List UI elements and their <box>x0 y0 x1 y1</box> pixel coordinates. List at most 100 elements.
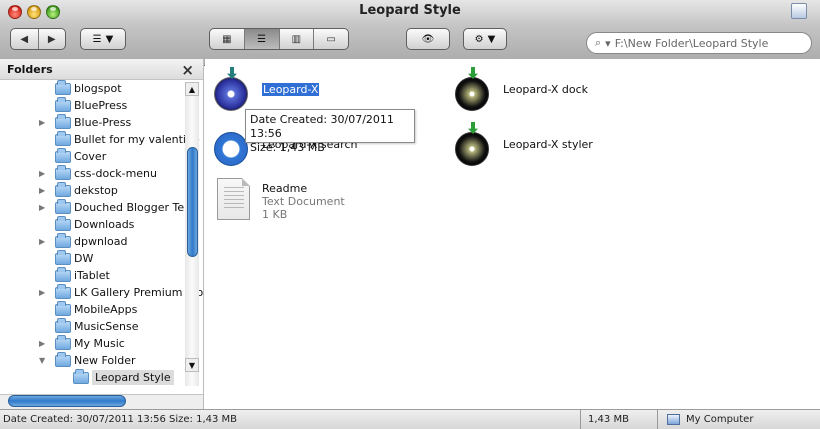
folder-icon <box>55 97 71 112</box>
tree-item-itablet[interactable]: iTablet <box>0 267 186 284</box>
folder-icon <box>55 114 71 129</box>
tree-item-musicsense[interactable]: MusicSense <box>0 318 186 335</box>
file-info-tooltip: Date Created: 30/07/2011 13:56 Size: 1,4… <box>245 109 415 154</box>
tree-item-blogspot[interactable]: blogspot <box>0 80 186 97</box>
tree-item-dw[interactable]: DW <box>0 250 186 267</box>
search-field[interactable]: ⌕ ▾ <box>586 32 812 54</box>
file-size: 1 KB <box>262 208 288 221</box>
sidebar-header: Folders × <box>0 59 203 80</box>
sidebar-title: Folders <box>7 62 53 76</box>
tree-item-bullet-valentine[interactable]: Bullet for my valentine <box>0 131 200 148</box>
quick-look-button[interactable]: 👁 <box>406 28 450 50</box>
forward-button[interactable]: ▶ <box>39 29 66 49</box>
view-mode-segment: ▦ ☰ ▥ ▭ <box>209 28 349 50</box>
leopard-x-app-icon <box>214 77 248 111</box>
file-item-leopard-x-dock[interactable]: Leopard-X dock <box>455 67 625 117</box>
selected-file-name: Leopard-X <box>262 83 320 96</box>
tree-item-dpwnload[interactable]: ▶ dpwnload <box>0 233 186 250</box>
toolbar-toggle-icon[interactable] <box>791 3 807 19</box>
folder-tree: blogspot BluePress ▶ Blue-Press Bullet fo… <box>0 80 203 386</box>
close-sidebar-button[interactable]: × <box>181 61 194 79</box>
disclosure-arrow-icon[interactable]: ▶ <box>39 169 47 178</box>
folder-icon <box>55 318 71 333</box>
file-view: Leopard-X Leopard-X dock Leopard-X searc… <box>205 59 820 409</box>
text-document-icon <box>217 178 250 220</box>
folder-icon <box>55 335 71 350</box>
folder-icon <box>55 284 71 299</box>
scroll-up-button[interactable]: ▲ <box>185 82 199 96</box>
window-titlebar: Leopard Style ◀ ▶ ☰ ▼ ▦ ☰ ▥ ▭ 👁 ⚙ ▼ ⌕ ▾ <box>0 0 820 66</box>
tree-item-my-music[interactable]: ▶ My Music <box>0 335 186 352</box>
file-name: Leopard-X dock <box>503 83 589 96</box>
folder-icon <box>73 369 89 384</box>
tooltip-date: Date Created: 30/07/2011 13:56 <box>250 113 394 140</box>
folder-icon <box>55 182 71 197</box>
tree-item-new-folder[interactable]: ▼ New Folder <box>0 352 186 369</box>
folder-icon <box>55 131 71 146</box>
list-view-button[interactable]: ☰ <box>244 29 280 49</box>
file-item-leopard-x-styler[interactable]: Leopard-X styler <box>455 122 625 172</box>
folder-icon <box>55 199 71 214</box>
tree-item-cover[interactable]: Cover <box>0 148 186 165</box>
tree-item-douched-blogger[interactable]: ▶ Douched Blogger Tem <box>0 199 195 216</box>
disclosure-arrow-icon[interactable]: ▶ <box>39 288 47 297</box>
magnifier-icon <box>214 132 248 166</box>
action-button[interactable]: ⚙ ▼ <box>463 28 507 50</box>
disclosure-arrow-icon[interactable]: ▶ <box>39 186 47 195</box>
window-title: Leopard Style <box>359 3 461 18</box>
column-view-button[interactable]: ▥ <box>280 29 315 49</box>
sidebar-horizontal-scroll-thumb[interactable] <box>8 395 126 407</box>
disclosure-arrow-icon[interactable]: ▶ <box>39 203 47 212</box>
disclosure-arrow-icon[interactable]: ▶ <box>39 339 47 348</box>
disclosure-arrow-icon[interactable]: ▶ <box>39 118 47 127</box>
back-button[interactable]: ◀ <box>11 29 39 49</box>
leopard-x-styler-icon <box>455 132 489 166</box>
icon-view-button[interactable]: ▦ <box>210 29 245 49</box>
status-divider <box>657 410 658 429</box>
coverflow-view-button[interactable]: ▭ <box>314 29 348 49</box>
folders-sidebar: Folders × blogspot BluePress ▶ Blue-Press… <box>0 59 204 409</box>
tree-item-leopard-style[interactable]: Leopard Style <box>0 369 186 386</box>
folder-icon <box>55 80 71 95</box>
tree-item-css-dock-menu[interactable]: ▶ css-dock-menu <box>0 165 186 182</box>
search-icon: ⌕ <box>595 36 602 49</box>
status-details: Date Created: 30/07/2011 13:56 Size: 1,4… <box>3 414 238 425</box>
tree-item-blue-press[interactable]: ▶ Blue-Press <box>0 114 186 131</box>
tree-item-lk-gallery[interactable]: ▶ LK Gallery Premium Blo <box>0 284 203 301</box>
file-name: Readme <box>262 182 308 195</box>
status-bar: Date Created: 30/07/2011 13:56 Size: 1,4… <box>0 409 820 429</box>
folder-icon <box>55 301 71 316</box>
gear-icon: ⚙ <box>474 33 484 45</box>
folder-icon <box>55 250 71 265</box>
disclosure-arrow-icon[interactable]: ▶ <box>39 237 47 246</box>
folder-icon <box>55 233 71 248</box>
navigation-buttons: ◀ ▶ <box>10 28 66 50</box>
tree-item-mobileapps[interactable]: MobileApps <box>0 301 186 318</box>
eye-icon: 👁 <box>421 33 435 45</box>
chevron-down-icon: ▼ <box>487 33 496 45</box>
sidebar-vertical-scroll-thumb[interactable] <box>187 147 198 257</box>
file-item-readme[interactable]: Readme Text Document 1 KB <box>214 178 394 232</box>
file-kind: Text Document <box>262 195 345 208</box>
tooltip-size: Size: 1,43 MB <box>250 141 325 154</box>
folder-icon <box>55 216 71 231</box>
file-name: Leopard-X styler <box>503 138 593 151</box>
search-input[interactable] <box>614 36 805 50</box>
computer-icon <box>667 414 680 425</box>
tree-item-bluepress[interactable]: BluePress <box>0 97 186 114</box>
chevron-down-icon: ▼ <box>105 33 114 45</box>
disclosure-arrow-icon[interactable]: ▼ <box>39 356 47 365</box>
tree-item-dekstop[interactable]: ▶ dekstop <box>0 182 186 199</box>
leopard-x-dock-icon <box>455 77 489 111</box>
folder-icon <box>55 148 71 163</box>
search-dropdown-icon: ▾ <box>605 36 611 50</box>
path-menu-icon: ☰ <box>92 33 102 45</box>
folder-icon <box>55 165 71 180</box>
folder-icon <box>55 267 71 282</box>
status-divider <box>580 410 581 429</box>
folder-icon <box>55 352 71 367</box>
status-size: 1,43 MB <box>588 414 629 425</box>
tree-item-downloads[interactable]: Downloads <box>0 216 186 233</box>
scroll-down-button[interactable]: ▼ <box>185 358 199 372</box>
path-menu-button[interactable]: ☰ ▼ <box>80 28 126 50</box>
